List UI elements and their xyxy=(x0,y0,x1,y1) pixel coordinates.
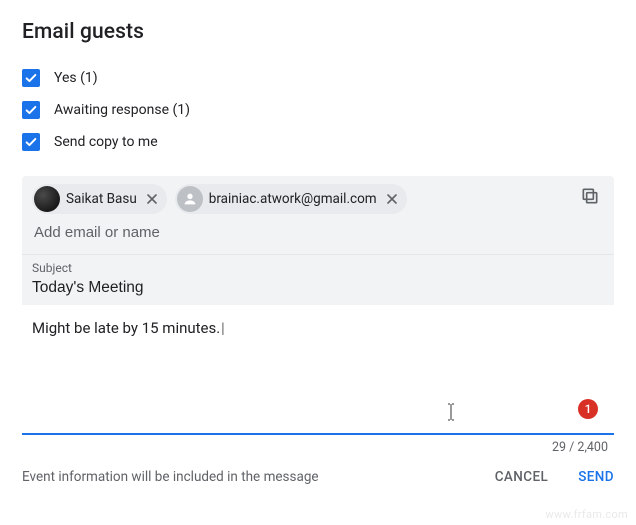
subject-label: Subject xyxy=(32,261,604,275)
watermark: www.frfam.com xyxy=(545,508,628,521)
add-email-row[interactable] xyxy=(22,218,614,254)
compose-panel: Saikat Basu brainiac.atwork@gmail.com xyxy=(22,176,614,435)
subject-block[interactable]: Subject xyxy=(22,254,614,305)
checkbox-icon[interactable] xyxy=(22,133,40,151)
subject-input[interactable] xyxy=(32,279,604,297)
message-text: Might be late by 15 minutes. xyxy=(32,319,225,337)
avatar-icon xyxy=(177,186,203,212)
checkbox-icon[interactable] xyxy=(22,69,40,87)
recipient-name: Saikat Basu xyxy=(66,191,137,207)
recipient-chip[interactable]: Saikat Basu xyxy=(32,184,167,214)
checkbox-row-yes[interactable]: Yes (1) xyxy=(22,62,614,94)
checkbox-icon[interactable] xyxy=(22,101,40,119)
notification-badge: 1 xyxy=(578,399,598,419)
checkbox-row-send-copy[interactable]: Send copy to me xyxy=(22,126,614,158)
add-email-input[interactable] xyxy=(32,223,604,242)
checkbox-label: Send copy to me xyxy=(54,134,158,150)
remove-recipient-icon[interactable] xyxy=(383,190,401,208)
footer-note: Event information will be included in th… xyxy=(22,469,319,485)
recipient-row: Saikat Basu brainiac.atwork@gmail.com xyxy=(22,176,614,218)
text-cursor-icon xyxy=(445,403,457,421)
checkbox-row-awaiting[interactable]: Awaiting response (1) xyxy=(22,94,614,126)
dialog-footer: Event information will be included in th… xyxy=(0,435,636,485)
checkbox-label: Awaiting response (1) xyxy=(54,102,190,118)
avatar-icon xyxy=(34,186,60,212)
checkbox-label: Yes (1) xyxy=(54,70,98,86)
copy-recipients-icon[interactable] xyxy=(580,186,602,208)
char-counter: 29 / 2,400 xyxy=(552,440,608,455)
remove-recipient-icon[interactable] xyxy=(143,190,161,208)
recipient-chip[interactable]: brainiac.atwork@gmail.com xyxy=(175,184,407,214)
cancel-button[interactable]: CANCEL xyxy=(495,469,548,485)
message-body[interactable]: Might be late by 15 minutes. 1 xyxy=(22,305,614,435)
send-button[interactable]: SEND xyxy=(578,469,614,485)
dialog-title: Email guests xyxy=(22,20,614,44)
email-guests-dialog: Email guests Yes (1) Awaiting response (… xyxy=(0,0,636,435)
recipient-name: brainiac.atwork@gmail.com xyxy=(209,191,377,207)
